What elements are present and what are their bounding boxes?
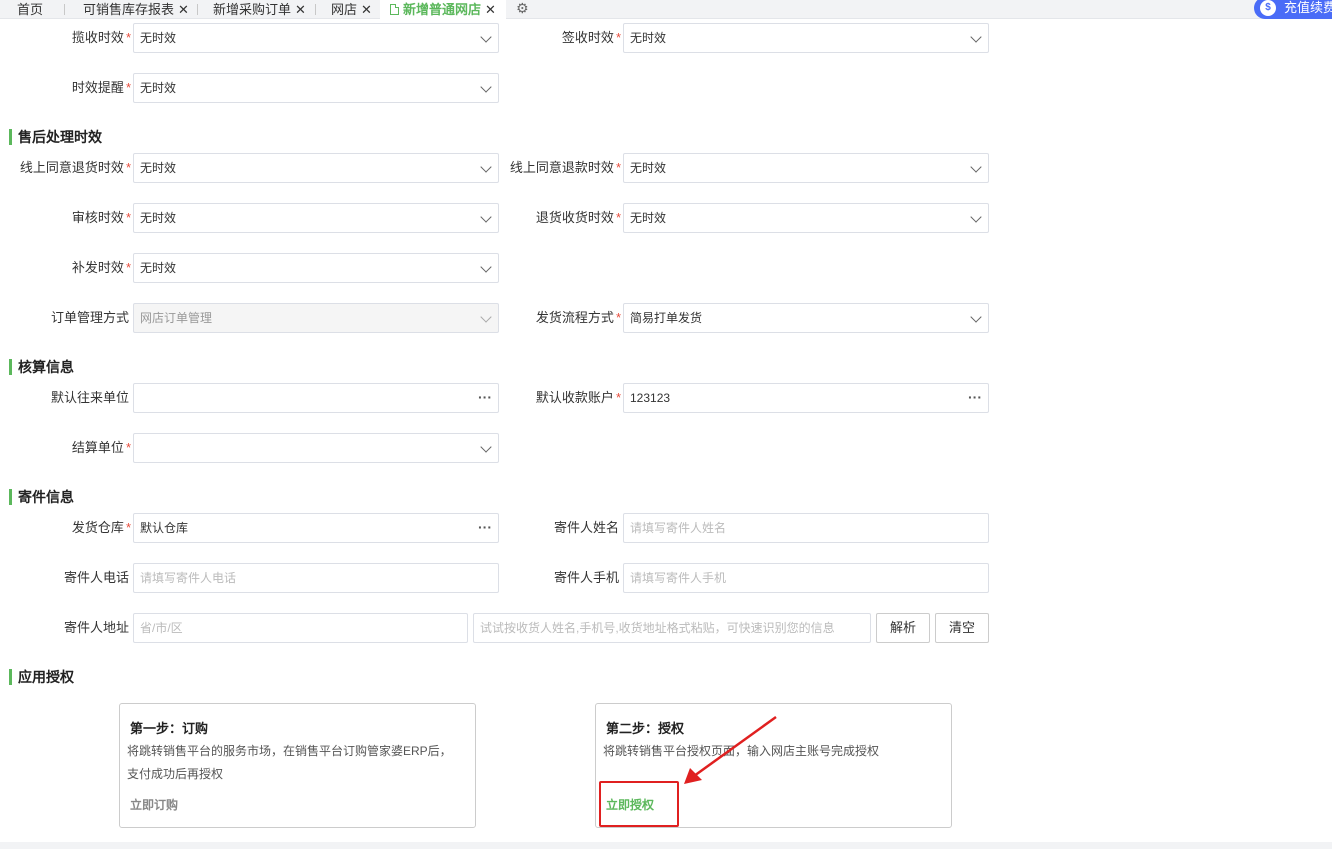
document-icon [390,4,399,15]
section-sender: 寄件信息 [9,489,74,505]
tab-label: 新增普通网店 [403,2,482,17]
sender-tel-label: 寄件人电话 [63,570,129,585]
sender-name-label: 寄件人姓名 [553,520,619,535]
tab-online-store[interactable]: 网店 ✕ [331,0,372,19]
reissue-time-select[interactable]: 无时效 [133,253,499,283]
return-agree-label: 线上同意退货时效 * [19,160,131,175]
tab-new-store[interactable]: 新增普通网店 ✕ [380,0,506,19]
tab-new-purchase-order[interactable]: 新增采购订单 ✕ [213,0,306,19]
section-accounting: 核算信息 [9,359,74,375]
tab-separator [64,4,65,15]
time-reminder-select[interactable]: 无时效 [133,73,499,103]
chevron-down-icon [480,211,492,223]
coin-icon: $ [1260,0,1276,16]
tab-separator [315,4,316,15]
chevron-down-icon [480,441,492,453]
reissue-time-label: 补发时效 * [71,260,131,275]
return-receive-label: 退货收货时效 * [535,210,621,225]
parse-button[interactable]: 解析 [876,613,930,643]
sender-mobile-input[interactable]: 请填写寄件人手机 [623,563,989,593]
chevron-down-icon [480,31,492,43]
step1-title: 第一步：订购 [130,721,209,736]
chevron-down-icon [480,261,492,273]
tab-home-label: 首页 [17,2,44,17]
sender-name-input[interactable]: 请填写寄件人姓名 [623,513,989,543]
step2-title: 第二步：授权 [606,721,685,736]
section-aftersale: 售后处理时效 [9,129,102,145]
settle-unit-select[interactable] [133,433,499,463]
pickup-time-select[interactable]: 无时效 [133,23,499,53]
order-mgmt-select: 网店订单管理 [133,303,499,333]
tab-sellable-stock-report[interactable]: 可销售库存报表 ✕ [83,0,189,19]
step1-description: 将跳转销售平台的服务市场，在销售平台订购管家婆ERP后，支付成功后再授权 [127,744,452,781]
bottom-strip [0,842,1332,849]
chevron-down-icon [970,161,982,173]
chevron-down-icon [970,311,982,323]
default-unit-label: 默认往来单位 [50,390,129,405]
refund-agree-label: 线上同意退款时效 * [509,160,621,175]
return-receive-select[interactable]: 无时效 [623,203,989,233]
tab-bar: 首页 可销售库存报表 ✕ 新增采购订单 ✕ 网店 ✕ 新增普通网店 ✕ ⚙ $ 充值续费 [0,0,1332,19]
tab-label: 网店 [331,2,358,17]
order-now-link[interactable]: 立即订购 [130,796,178,813]
close-icon[interactable]: ✕ [361,2,372,17]
warehouse-picker[interactable]: 默认仓库 ··· [133,513,499,543]
region-input[interactable]: 省/市/区 [133,613,468,643]
sender-mobile-label: 寄件人手机 [553,570,619,585]
warehouse-label: 发货仓库 * [71,520,131,535]
chevron-down-icon [480,161,492,173]
chevron-down-icon [970,211,982,223]
close-icon[interactable]: ✕ [295,2,306,17]
ship-flow-label: 发货流程方式 * [535,310,621,325]
chevron-down-icon [970,31,982,43]
close-icon[interactable]: ✕ [485,2,496,17]
sender-tel-input[interactable]: 请填写寄件人电话 [133,563,499,593]
section-authorization: 应用授权 [9,669,74,685]
signoff-time-label: 签收时效 * [561,30,621,45]
clear-button[interactable]: 清空 [935,613,989,643]
ship-flow-select[interactable]: 简易打单发货 [623,303,989,333]
step2-description: 将跳转销售平台授权页面，输入网店主账号完成授权 [603,744,880,758]
address-paste-input[interactable]: 试试按收货人姓名,手机号,收货地址格式粘贴，可快速识别您的信息 [473,613,871,643]
close-icon[interactable]: ✕ [178,2,189,17]
review-time-select[interactable]: 无时效 [133,203,499,233]
pickup-time-label: 揽收时效 * [71,30,131,45]
recharge-label: 充值续费 [1284,0,1332,15]
more-icon[interactable]: ··· [478,514,492,540]
signoff-time-select[interactable]: 无时效 [623,23,989,53]
tab-label: 可销售库存报表 [83,2,175,17]
default-account-label: 默认收款账户 * [535,390,621,405]
tab-label: 新增采购订单 [213,2,292,17]
settle-unit-label: 结算单位 * [71,440,131,455]
gear-icon[interactable]: ⚙ [516,0,529,17]
more-icon[interactable]: ··· [478,384,492,410]
refund-agree-select[interactable]: 无时效 [623,153,989,183]
annotation-highlight-box [599,781,679,827]
more-icon[interactable]: ··· [968,384,982,410]
order-mgmt-label: 订单管理方式 [50,310,129,325]
chevron-down-icon [480,311,492,323]
sender-addr-label: 寄件人地址 [63,620,129,635]
default-account-picker[interactable]: 123123 ··· [623,383,989,413]
tab-separator [197,4,198,15]
tab-home[interactable]: 首页 [17,0,43,19]
default-unit-picker[interactable]: ··· [133,383,499,413]
recharge-button[interactable]: $ 充值续费 [1254,0,1332,19]
return-agree-select[interactable]: 无时效 [133,153,499,183]
review-time-label: 审核时效 * [71,210,131,225]
chevron-down-icon [480,81,492,93]
step1-card: 第一步：订购 将跳转销售平台的服务市场，在销售平台订购管家婆ERP后，支付成功后… [119,703,476,828]
time-reminder-label: 时效提醒 * [71,80,131,95]
